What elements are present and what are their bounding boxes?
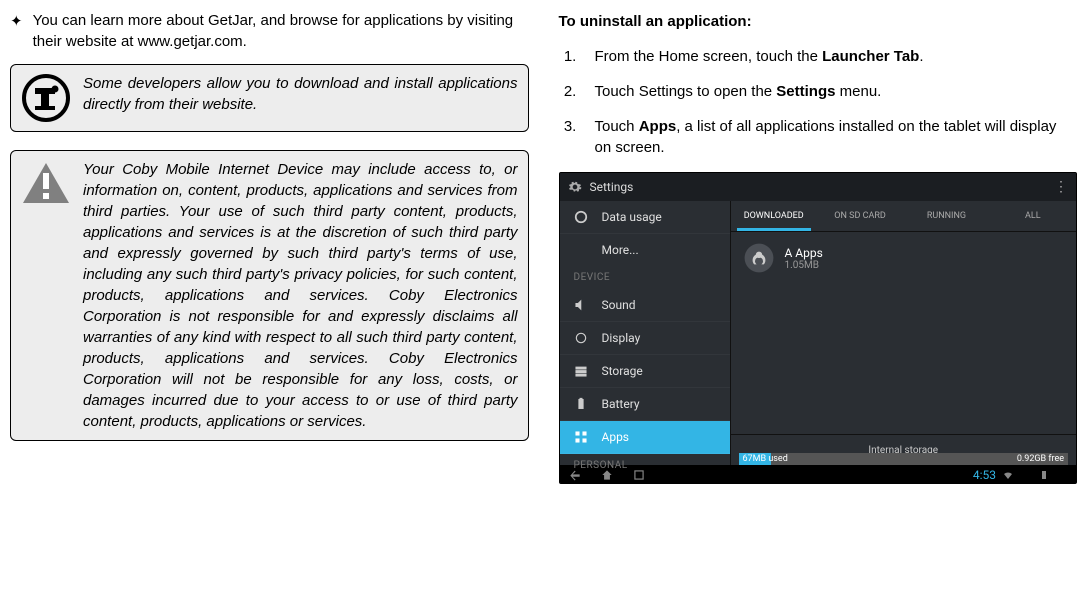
tab-sd-card[interactable]: ON SD CARD	[817, 201, 903, 231]
storage-icon	[574, 364, 588, 378]
overflow-menu-icon[interactable]: ⋮	[1054, 179, 1068, 195]
display-icon	[574, 331, 588, 345]
bullet-text: You can learn more about GetJar, and bro…	[33, 10, 529, 52]
battery-status-icon	[1038, 469, 1050, 481]
sidebar-item-sound[interactable]: Sound	[560, 289, 730, 322]
gear-icon	[568, 180, 582, 194]
plus-bullet-icon: ✦	[10, 12, 23, 30]
uninstall-heading: To uninstall an application:	[559, 13, 1078, 30]
sidebar-item-battery[interactable]: Battery	[560, 388, 730, 421]
info-text: Some developers allow you to download an…	[83, 73, 518, 115]
tab-running[interactable]: RUNNING	[903, 201, 989, 231]
ss-tabs: DOWNLOADED ON SD CARD RUNNING ALL	[731, 201, 1077, 232]
sidebar-item-storage[interactable]: Storage	[560, 355, 730, 388]
sidebar-item-data-usage[interactable]: Data usage	[560, 201, 730, 234]
apps-icon	[574, 430, 588, 444]
storage-free: 0.92GB free	[1017, 454, 1068, 464]
storage-footer: Internal storage 67MB used 0.92GB free	[731, 434, 1077, 465]
ss-sidebar: Data usage More... DEVICE Sound Display	[560, 201, 730, 465]
back-icon[interactable]	[568, 468, 582, 482]
sidebar-item-apps[interactable]: Apps	[560, 421, 730, 454]
sidebar-item-display[interactable]: Display	[560, 322, 730, 355]
tab-downloaded[interactable]: DOWNLOADED	[731, 201, 817, 231]
data-usage-icon	[574, 210, 588, 224]
clock: 4:53	[973, 468, 1068, 482]
warning-text: Your Coby Mobile Internet Device may inc…	[83, 159, 518, 432]
info-icon	[21, 73, 71, 123]
step-2: Touch Settings to open the Settings menu…	[581, 81, 1078, 102]
app-size: 1.05MB	[785, 260, 823, 271]
battery-icon	[574, 397, 588, 411]
info-callout: Some developers allow you to download an…	[10, 64, 529, 132]
app-list-item[interactable]: A Apps 1.05MB	[731, 232, 1077, 284]
step-1: From the Home screen, touch the Launcher…	[581, 46, 1078, 67]
ss-title: Settings	[590, 180, 634, 194]
storage-used: 67MB used	[739, 454, 792, 464]
step-3: Touch Apps, a list of all applications i…	[581, 116, 1078, 158]
home-icon[interactable]	[600, 468, 614, 482]
wifi-icon	[1002, 469, 1014, 481]
app-name: A Apps	[785, 246, 823, 260]
ss-system-bar: 4:53	[560, 465, 1077, 484]
android-settings-screenshot: Settings ⋮ Data usage More... DEVICE Sou…	[559, 172, 1078, 484]
tab-all[interactable]: ALL	[990, 201, 1076, 231]
warning-callout: Your Coby Mobile Internet Device may inc…	[10, 150, 529, 441]
warning-icon	[21, 161, 71, 205]
recent-icon[interactable]	[632, 468, 646, 482]
app-icon	[743, 242, 775, 274]
sidebar-item-more[interactable]: More...	[560, 234, 730, 266]
sidebar-section-device: DEVICE	[560, 266, 730, 289]
sound-icon	[574, 298, 588, 312]
storage-bar: 67MB used 0.92GB free	[739, 453, 1069, 465]
ss-action-bar: Settings ⋮	[560, 173, 1077, 201]
